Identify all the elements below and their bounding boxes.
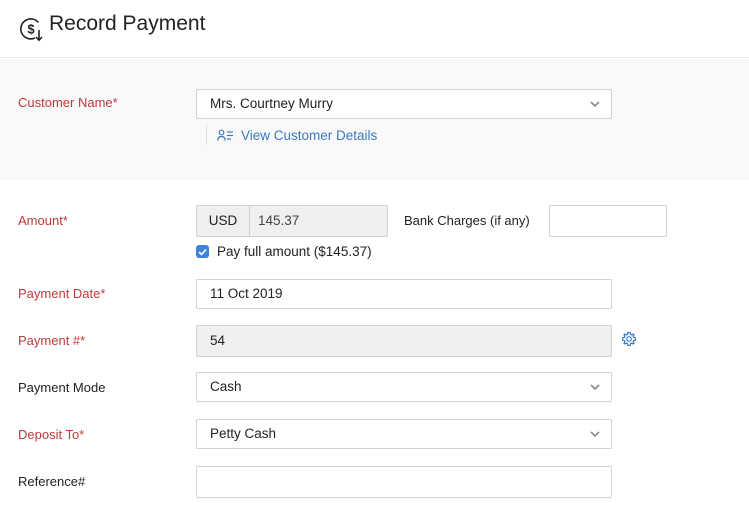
checkmark-icon	[198, 248, 207, 256]
view-customer-details-label: View Customer Details	[241, 127, 378, 143]
deposit-to-select[interactable]: Petty Cash	[196, 419, 612, 449]
divider	[206, 125, 207, 145]
amount-input[interactable]: 145.37	[250, 206, 299, 236]
chevron-down-icon	[590, 101, 600, 108]
svg-text:$: $	[27, 22, 35, 37]
reference-label: Reference#	[18, 474, 86, 489]
customer-name-value: Mrs. Courtney Murry	[210, 96, 334, 111]
pay-full-amount-checkbox[interactable]	[196, 245, 209, 258]
amount-input-group: USD 145.37	[196, 205, 388, 237]
currency-code: USD	[197, 206, 250, 236]
payment-mode-value: Cash	[210, 379, 242, 394]
customer-section	[0, 59, 749, 180]
payment-mode-label: Payment Mode	[18, 380, 106, 395]
customer-name-label: Customer Name*	[18, 95, 118, 110]
chevron-down-icon	[590, 384, 600, 391]
deposit-to-label: Deposit To*	[18, 427, 85, 442]
payment-number-label: Payment #*	[18, 333, 86, 348]
page-header: $ Record Payment	[0, 0, 749, 58]
payment-date-value: 11 Oct 2019	[210, 286, 283, 301]
view-customer-details-link[interactable]: View Customer Details	[217, 126, 377, 144]
dollar-receive-icon: $	[20, 18, 43, 42]
pay-full-amount-label: Pay full amount ($145.37)	[217, 244, 372, 259]
customer-name-select[interactable]: Mrs. Courtney Murry	[196, 89, 612, 119]
deposit-to-value: Petty Cash	[210, 426, 277, 441]
payment-number-value: 54	[210, 333, 226, 348]
bank-charges-label: Bank Charges (if any)	[404, 213, 530, 228]
payment-number-input[interactable]: 54	[196, 325, 612, 357]
chevron-down-icon	[590, 431, 600, 438]
amount-label: Amount*	[18, 213, 68, 228]
payment-mode-select[interactable]: Cash	[196, 372, 612, 402]
reference-input[interactable]	[196, 466, 612, 498]
bank-charges-input[interactable]	[549, 205, 667, 237]
customer-details-icon	[217, 129, 233, 141]
payment-date-label: Payment Date*	[18, 286, 106, 301]
gear-icon[interactable]	[621, 331, 637, 347]
payment-date-input[interactable]: 11 Oct 2019	[196, 279, 612, 309]
page-title: Record Payment	[49, 12, 206, 35]
pay-full-amount-option[interactable]: Pay full amount ($145.37)	[196, 244, 372, 259]
